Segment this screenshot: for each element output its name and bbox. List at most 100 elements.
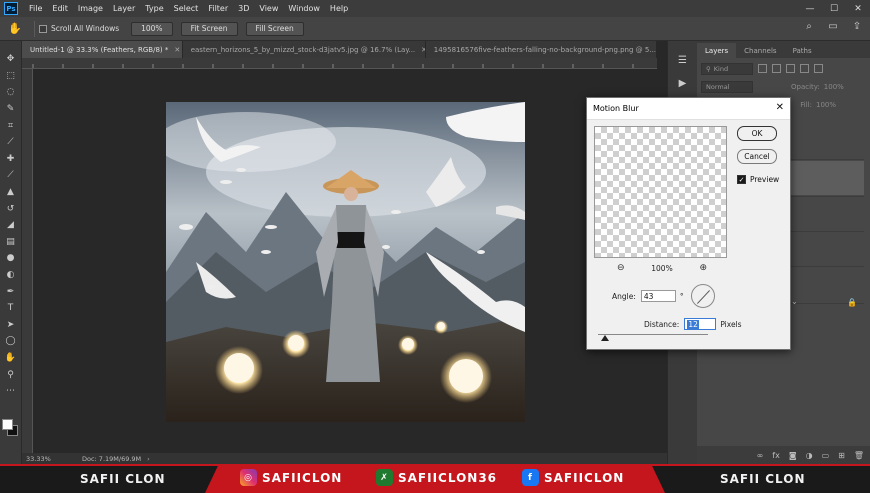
filter-smart-icon[interactable]	[814, 64, 823, 73]
eyedropper-tool-icon[interactable]: ⟋	[2, 134, 20, 151]
move-tool-icon[interactable]: ✥	[2, 51, 20, 68]
other-social-handle[interactable]: ✗ SAFIICLON36	[376, 469, 497, 486]
filter-preview[interactable]	[594, 126, 727, 258]
menu-view[interactable]: View	[254, 4, 283, 13]
menu-select[interactable]: Select	[169, 4, 204, 13]
distance-input[interactable]: 12	[684, 318, 717, 330]
filter-type-icon[interactable]	[786, 64, 795, 73]
crop-tool-icon[interactable]: ⌗	[2, 117, 20, 134]
hand-tool-icon[interactable]: ✋	[0, 22, 30, 35]
fx-icon[interactable]: fx	[772, 451, 780, 460]
facebook-handle[interactable]: f SAFIICLON	[522, 469, 624, 486]
clone-stamp-tool-icon[interactable]: ▲	[2, 184, 20, 201]
scroll-all-checkbox[interactable]	[39, 24, 47, 33]
mask-icon[interactable]: ◙	[789, 451, 797, 460]
menu-file[interactable]: File	[24, 4, 47, 13]
close-tab-icon[interactable]: ✕	[174, 46, 180, 54]
facebook-text: SAFIICLON	[544, 470, 625, 485]
brush-tool-icon[interactable]: ⟋	[2, 167, 20, 184]
hand-tool-icon[interactable]: ✋	[2, 350, 20, 367]
document-canvas[interactable]	[166, 102, 525, 422]
fit-screen-button[interactable]: Fit Screen	[180, 21, 238, 36]
healing-brush-tool-icon[interactable]: ✚	[2, 151, 20, 168]
quick-select-tool-icon[interactable]: ✎	[2, 101, 20, 118]
workspace-icon[interactable]: ▭	[826, 21, 840, 32]
fill-label: Fill:	[800, 100, 812, 109]
adjustment-layer-icon[interactable]: ◑	[806, 451, 813, 460]
eraser-tool-icon[interactable]: ◢	[2, 217, 20, 234]
fill-screen-button[interactable]: Fill Screen	[245, 21, 304, 36]
zoom-100-button[interactable]: 100%	[131, 21, 173, 36]
filter-shape-icon[interactable]	[800, 64, 809, 73]
menu-help[interactable]: Help	[325, 4, 353, 13]
instagram-handle[interactable]: ◎ SAFIICLON	[240, 469, 342, 486]
minimize-icon[interactable]: —	[798, 0, 822, 17]
tab-eastern-horizons[interactable]: eastern_horizons_5_by_mizzd_stock-d3jatv…	[182, 41, 426, 58]
path-selection-tool-icon[interactable]: ➤	[2, 317, 20, 334]
dialog-title: Motion Blur	[587, 98, 790, 120]
document-tabs: Untitled-1 @ 33.3% (Feathers, RGB/8) * ✕…	[22, 41, 657, 58]
link-layers-icon[interactable]: ∞	[757, 451, 764, 460]
close-icon[interactable]: ✕	[846, 0, 870, 17]
gradient-tool-icon[interactable]: ▤	[2, 234, 20, 251]
preview-checkbox[interactable]: ✓	[737, 175, 746, 184]
foreground-color-swatch[interactable]	[2, 419, 13, 430]
ok-button[interactable]: OK	[737, 126, 777, 141]
distance-row: Distance: 12 Pixels	[644, 318, 742, 330]
tab-paths[interactable]: Paths	[785, 43, 820, 58]
more-tools-icon[interactable]: ⋯	[2, 383, 20, 400]
type-tool-icon[interactable]: T	[2, 300, 20, 317]
chevron-down-icon[interactable]: ⌄	[791, 297, 798, 306]
zoom-out-icon[interactable]: ⊖	[617, 263, 625, 273]
tab-feathers-png[interactable]: 1495816576five-feathers-falling-no-backg…	[425, 41, 657, 58]
group-folder-icon[interactable]: ▭	[822, 451, 830, 460]
ellipse-tool-icon[interactable]: ◯	[2, 333, 20, 350]
menu-filter[interactable]: Filter	[203, 4, 233, 13]
history-panel-icon[interactable]: ☰	[678, 55, 687, 66]
distance-slider-track[interactable]	[598, 334, 708, 335]
pen-tool-icon[interactable]: ✒	[2, 283, 20, 300]
preview-option[interactable]: ✓ Preview	[737, 175, 779, 184]
search-icon[interactable]: ⌕	[802, 21, 816, 32]
distance-slider-thumb[interactable]	[601, 335, 609, 341]
blur-tool-icon[interactable]: ●	[2, 250, 20, 267]
zoom-tool-icon[interactable]: ⚲	[2, 366, 20, 383]
blend-mode-select[interactable]: Normal	[701, 80, 753, 93]
marquee-tool-icon[interactable]: ⬚	[2, 68, 20, 85]
lasso-tool-icon[interactable]: ◌	[2, 84, 20, 101]
close-icon[interactable]: ✕	[776, 102, 784, 113]
trash-icon[interactable]: 🗑	[854, 451, 864, 460]
menu-window[interactable]: Window	[283, 4, 325, 13]
angle-dial[interactable]	[691, 284, 715, 308]
actions-panel-icon[interactable]: ▶	[679, 78, 687, 89]
kind-filter-select[interactable]: ⚲ Kind	[701, 62, 753, 75]
tab-layers[interactable]: Layers	[697, 43, 737, 58]
maximize-icon[interactable]: ☐	[822, 0, 846, 17]
status-arrow-icon[interactable]: ›	[147, 455, 150, 463]
status-zoom[interactable]: 33.33%	[22, 455, 62, 463]
menu-type[interactable]: Type	[140, 4, 168, 13]
cancel-button[interactable]: Cancel	[737, 149, 777, 164]
dodge-tool-icon[interactable]: ◐	[2, 267, 20, 284]
filter-pixel-icon[interactable]	[758, 64, 767, 73]
share-icon[interactable]: ⇪	[850, 21, 864, 32]
fill-value[interactable]: 100%	[816, 101, 836, 109]
instagram-icon: ◎	[240, 469, 257, 486]
tab-channels[interactable]: Channels	[736, 43, 784, 58]
menu-image[interactable]: Image	[73, 4, 108, 13]
menu-3d[interactable]: 3D	[233, 4, 254, 13]
filter-adjustment-icon[interactable]	[772, 64, 781, 73]
history-brush-tool-icon[interactable]: ↺	[2, 200, 20, 217]
zoom-in-icon[interactable]: ⊕	[699, 263, 707, 273]
social-icon: ✗	[376, 469, 393, 486]
canvas-area[interactable]	[33, 69, 657, 453]
menu-layer[interactable]: Layer	[108, 4, 140, 13]
new-layer-icon[interactable]: ⊞	[838, 451, 845, 460]
tab-untitled-1[interactable]: Untitled-1 @ 33.3% (Feathers, RGB/8) * ✕	[22, 41, 183, 58]
angle-input[interactable]: 43	[640, 290, 676, 302]
opacity-value[interactable]: 100%	[824, 83, 844, 91]
scroll-all-windows-option[interactable]: Scroll All Windows	[39, 24, 119, 33]
menu-edit[interactable]: Edit	[47, 4, 73, 13]
angle-dial-needle	[696, 290, 711, 304]
layer-filter-row: ⚲ Kind	[701, 61, 866, 76]
